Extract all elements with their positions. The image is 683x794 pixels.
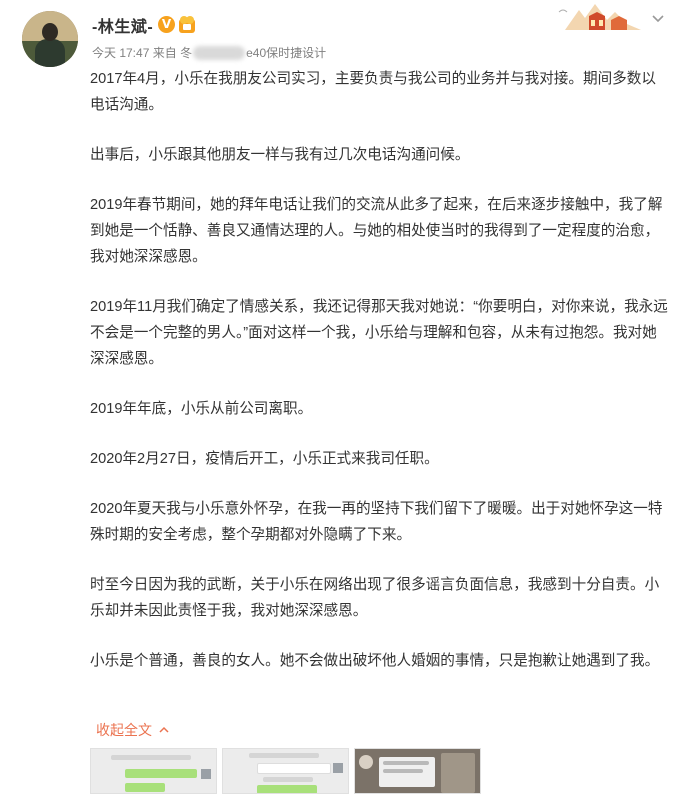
post-meta: 今天 17:47 来自 冬 e40保时捷设计: [92, 44, 326, 61]
card-decoration-icon: [555, 0, 643, 36]
avatar[interactable]: [22, 11, 78, 67]
blurred-source: [193, 45, 246, 60]
paragraph: 2020年夏天我与小乐意外怀孕，在我一再的坚持下我们留下了暖暖。出于对她怀孕这一…: [90, 501, 663, 543]
post-source-prefix: 来自: [152, 46, 177, 60]
paragraph: 2019年春节期间，她的拜年电话让我们的交流从此多了起来，在后来逐步接触中，我了…: [90, 197, 663, 265]
image-thumbnail[interactable]: [354, 748, 481, 794]
post-time[interactable]: 今天 17:47: [92, 46, 149, 60]
collapse-label: 收起全文: [96, 722, 152, 738]
vip-badge-icon[interactable]: V: [158, 16, 175, 33]
chevron-up-icon: [159, 726, 169, 733]
paragraph: 2017年4月，小乐在我朋友公司实习，主要负责与我公司的业务并与我对接。期间多数…: [90, 71, 656, 113]
paragraph: 2019年年底，小乐从前公司离职。: [90, 401, 313, 417]
level-badge-icon[interactable]: [178, 15, 196, 34]
paragraph: 2019年11月我们确定了情感关系，我还记得那天我对她说：“你要明白，对你来说，…: [90, 299, 668, 367]
chevron-down-icon[interactable]: [650, 11, 666, 27]
paragraph: 2020年2月27日，疫情后开工，小乐正式来我司任职。: [90, 451, 439, 467]
paragraph: 小乐是个普通，善良的女人。她不会做出破坏他人婚姻的事情，只是抱歉让她遇到了我。: [90, 653, 660, 669]
paragraph: 出事后，小乐跟其他朋友一样与我有过几次电话沟通问候。: [90, 147, 470, 163]
post-source-start[interactable]: 冬: [180, 46, 192, 60]
collapse-button[interactable]: 收起全文: [96, 720, 170, 740]
post-content: 2017年4月，小乐在我朋友公司实习，主要负责与我公司的业务并与我对接。期间多数…: [90, 66, 670, 698]
image-thumbnail[interactable]: [222, 748, 349, 794]
paragraph: 时至今日因为我的武断，关于小乐在网络出现了很多谣言负面信息，我感到十分自责。小乐…: [90, 577, 660, 619]
username[interactable]: -林生斌-: [92, 13, 153, 37]
post-source-end[interactable]: e40保时捷设计: [246, 46, 326, 60]
image-thumbnail[interactable]: [90, 748, 217, 794]
